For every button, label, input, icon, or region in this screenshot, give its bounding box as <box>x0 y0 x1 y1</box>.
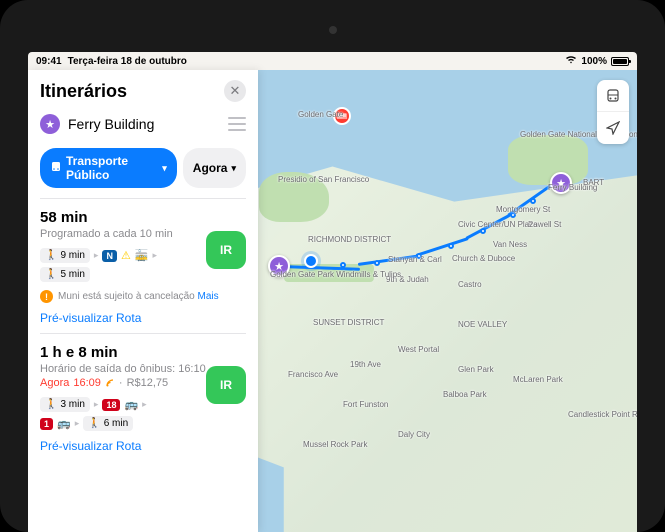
arrow-icon: ▸ <box>75 418 80 429</box>
map-label: Stanyan & Carl <box>388 255 442 264</box>
map-label: McLaren Park <box>513 375 563 384</box>
map-label: Mussel Rock Park <box>303 440 367 449</box>
alert-more-link[interactable]: Mais <box>198 291 219 302</box>
route-duration: 58 min <box>40 209 246 226</box>
time-selector[interactable]: Agora ▾ <box>183 148 246 188</box>
map-label: Van Ness <box>493 240 527 249</box>
map-label: Fort Funston <box>343 400 388 409</box>
chevron-down-icon: ▾ <box>162 163 167 174</box>
line-badge: 18 <box>102 399 120 411</box>
chevron-down-icon: ▾ <box>231 163 236 174</box>
transit-icon <box>50 161 62 176</box>
route-duration: 1 h e 8 min <box>40 344 246 361</box>
walk-icon: 🚶 <box>45 269 57 280</box>
map-controls <box>597 80 629 144</box>
map-label: SUNSET DISTRICT <box>313 318 384 327</box>
mode-label: Transporte Público <box>66 154 158 182</box>
map-label: Castro <box>458 280 482 289</box>
map-label: Church & Duboce <box>452 254 515 263</box>
battery-percent: 100% <box>581 56 607 67</box>
route-stop <box>530 198 536 204</box>
service-alert: ! Muni está sujeito à cancelação Mais <box>40 290 246 303</box>
close-button[interactable]: ✕ <box>224 80 246 102</box>
map-label: NOE VALLEY <box>458 320 507 329</box>
status-bar: 09:41 Terça-feira 18 de outubro 100% <box>28 52 637 70</box>
live-icon <box>105 378 115 388</box>
route-leg: 1 🚌 ▸ 🚶6 min <box>40 416 246 431</box>
map-label: Civic Center/UN Plaza <box>458 220 538 229</box>
route-stop <box>448 243 454 249</box>
arrow-icon: ▸ <box>94 250 99 261</box>
arrow-icon: ▸ <box>94 399 99 410</box>
time-label: Agora <box>193 161 228 175</box>
route-stop <box>340 262 346 268</box>
route-stop <box>374 260 380 266</box>
panel-title: Itinerários <box>40 81 127 102</box>
device-frame: 09:41 Terça-feira 18 de outubro 100% <box>0 0 665 532</box>
map-label: Presidio of San Francisco <box>278 175 369 184</box>
screen: 09:41 Terça-feira 18 de outubro 100% <box>28 52 637 532</box>
line-badge: N <box>102 250 117 262</box>
map-label: Golden Gate Park Windmills & Tulips <box>270 270 401 279</box>
map-label: West Portal <box>398 345 439 354</box>
status-time: 09:41 <box>36 56 62 67</box>
camera-dot <box>329 26 337 34</box>
map-label: BART <box>583 178 604 187</box>
map-label: Glen Park <box>458 365 494 374</box>
tram-icon: 🚋 <box>135 249 149 262</box>
map-label: Candlestick Point Rec <box>568 410 637 419</box>
park-ggnr <box>508 135 588 185</box>
map-label: 19th Ave <box>350 360 381 369</box>
locate-button[interactable] <box>597 112 629 144</box>
walk-icon: 🚶 <box>88 418 100 429</box>
map-label: Montgomery St <box>496 205 550 214</box>
user-location <box>304 254 318 268</box>
map-label: Balboa Park <box>443 390 487 399</box>
map-label: RICHMOND DISTRICT <box>308 235 391 244</box>
transit-layer-button[interactable] <box>597 80 629 112</box>
map-label: Golden Gate <box>298 110 343 119</box>
preview-route-link[interactable]: Pré-visualizar Rota <box>40 311 246 325</box>
alert-icon: ! <box>40 290 53 303</box>
route-card[interactable]: 1 h e 8 min Horário de saída do ônibus: … <box>28 334 258 461</box>
status-date: Terça-feira 18 de outubro <box>68 56 187 67</box>
map-label: Daly City <box>398 430 430 439</box>
reorder-icon[interactable] <box>228 117 246 131</box>
battery-icon <box>611 57 629 66</box>
directions-panel: Itinerários ✕ ★ Ferry Building Transport… <box>28 70 258 532</box>
route-leg: 🚶5 min <box>40 267 246 282</box>
bus-icon: 🚌 <box>57 417 71 430</box>
walk-icon: 🚶 <box>45 250 57 261</box>
map-label: Francisco Ave <box>288 370 338 379</box>
preview-route-link[interactable]: Pré-visualizar Rota <box>40 439 246 453</box>
pin-icon: ★ <box>40 114 60 134</box>
go-button[interactable]: IR <box>206 366 246 404</box>
line-badge: 1 <box>40 418 53 430</box>
alert-triangle-icon: ⚠ <box>121 249 131 262</box>
destination-name: Ferry Building <box>68 116 220 132</box>
route-card[interactable]: 58 min Programado a cada 10 min IR 🚶9 mi… <box>28 199 258 333</box>
walk-icon: 🚶 <box>45 399 57 410</box>
wifi-icon <box>565 55 577 67</box>
arrow-icon: ▸ <box>142 399 147 410</box>
destination-row[interactable]: ★ Ferry Building <box>28 108 258 140</box>
arrow-icon: ▸ <box>153 250 158 261</box>
bus-icon: 🚌 <box>124 398 138 411</box>
mode-selector[interactable]: Transporte Público ▾ <box>40 148 177 188</box>
go-button[interactable]: IR <box>206 231 246 269</box>
